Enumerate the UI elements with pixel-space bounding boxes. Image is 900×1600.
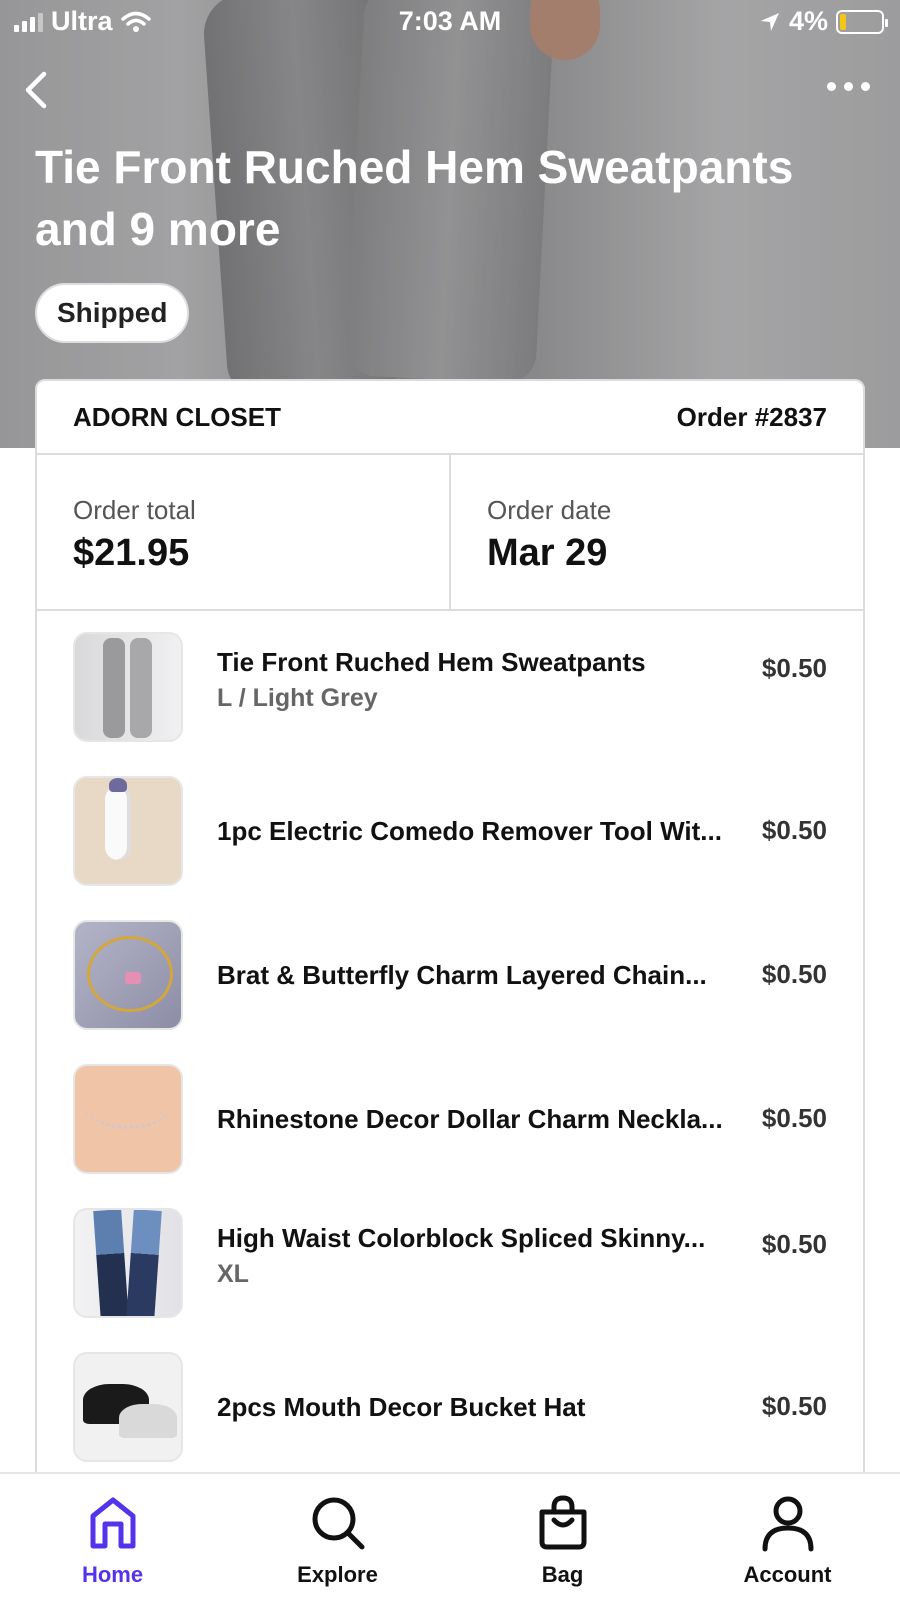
page-title: Tie Front Ruched Hem Sweatpants and 9 mo… <box>35 141 794 255</box>
account-icon <box>762 1496 813 1552</box>
location-arrow-icon <box>760 12 779 31</box>
back-chevron-icon[interactable] <box>18 70 58 110</box>
tab-explore[interactable]: Explore <box>225 1474 450 1600</box>
item-price: $0.50 <box>761 1103 827 1133</box>
item-price: $0.50 <box>761 653 827 683</box>
order-summary: Order total $21.95 Order date Mar 29 <box>37 455 863 611</box>
item-price: $0.50 <box>761 1391 827 1421</box>
status-badge: Shipped <box>35 283 190 343</box>
bag-icon <box>539 1495 586 1550</box>
item-thumbnail <box>73 1208 183 1318</box>
item-thumbnail <box>73 1352 183 1462</box>
item-name: 1pc Electric Comedo Remover Tool Wit... <box>217 815 722 846</box>
tab-explore-label: Explore <box>297 1562 378 1587</box>
order-card: ADORN CLOSET Order #2837 Order total $21… <box>35 379 865 1479</box>
tab-account[interactable]: Account <box>675 1474 900 1600</box>
order-item[interactable]: 2pcs Mouth Decor Bucket Hat $0.50 <box>37 1335 863 1479</box>
order-card-header: ADORN CLOSET Order #2837 <box>37 381 863 455</box>
status-right-group: 4% <box>759 6 888 37</box>
item-price: $0.50 <box>761 815 827 845</box>
item-variant: XL <box>217 1260 249 1288</box>
order-item[interactable]: Rhinestone Decor Dollar Charm Neckla... … <box>37 1047 863 1191</box>
item-thumbnail <box>73 1064 183 1174</box>
order-number: Order #2837 <box>676 401 827 432</box>
order-date-label: Order date <box>487 495 612 525</box>
battery-icon <box>836 9 888 34</box>
item-name: Tie Front Ruched Hem Sweatpants <box>217 647 646 677</box>
store-name[interactable]: ADORN CLOSET <box>73 402 281 433</box>
order-item[interactable]: Tie Front Ruched Hem Sweatpants L / Ligh… <box>37 615 863 759</box>
battery-percent: 4% <box>788 6 828 36</box>
search-icon <box>312 1497 364 1550</box>
item-name: Brat & Butterfly Charm Layered Chain... <box>217 959 707 990</box>
order-item[interactable]: High Waist Colorblock Spliced Skinny... … <box>37 1191 863 1335</box>
order-item[interactable]: Brat & Butterfly Charm Layered Chain... … <box>37 903 863 1047</box>
tab-account-label: Account <box>743 1562 832 1587</box>
item-name: Rhinestone Decor Dollar Charm Neckla... <box>217 1103 723 1134</box>
order-item[interactable]: 1pc Electric Comedo Remover Tool Wit... … <box>37 759 863 903</box>
tab-bag-label: Bag <box>541 1562 584 1587</box>
more-options-icon[interactable] <box>827 82 870 91</box>
item-thumbnail <box>73 920 183 1030</box>
tab-bag[interactable]: Bag <box>450 1474 675 1600</box>
item-name: High Waist Colorblock Spliced Skinny... <box>217 1223 706 1253</box>
home-icon <box>90 1497 135 1549</box>
order-total-value: $21.95 <box>73 532 190 574</box>
tab-home-label: Home <box>81 1562 144 1587</box>
status-bar: Ultra 7:03 AM 4% <box>0 0 900 46</box>
item-price: $0.50 <box>761 1229 827 1259</box>
tab-home[interactable]: Home <box>0 1474 225 1600</box>
item-thumbnail <box>73 776 183 886</box>
order-date: Order date Mar 29 <box>449 455 863 609</box>
item-variant: L / Light Grey <box>217 684 378 712</box>
bottom-tab-bar: Home Explore Bag Account <box>0 1472 900 1600</box>
item-price: $0.50 <box>761 959 827 989</box>
order-date-value: Mar 29 <box>487 532 608 574</box>
item-name: 2pcs Mouth Decor Bucket Hat <box>217 1391 586 1422</box>
order-items-list: Tie Front Ruched Hem Sweatpants L / Ligh… <box>37 611 863 1479</box>
order-total: Order total $21.95 <box>37 455 449 609</box>
order-total-label: Order total <box>73 495 196 525</box>
item-thumbnail <box>73 632 183 742</box>
